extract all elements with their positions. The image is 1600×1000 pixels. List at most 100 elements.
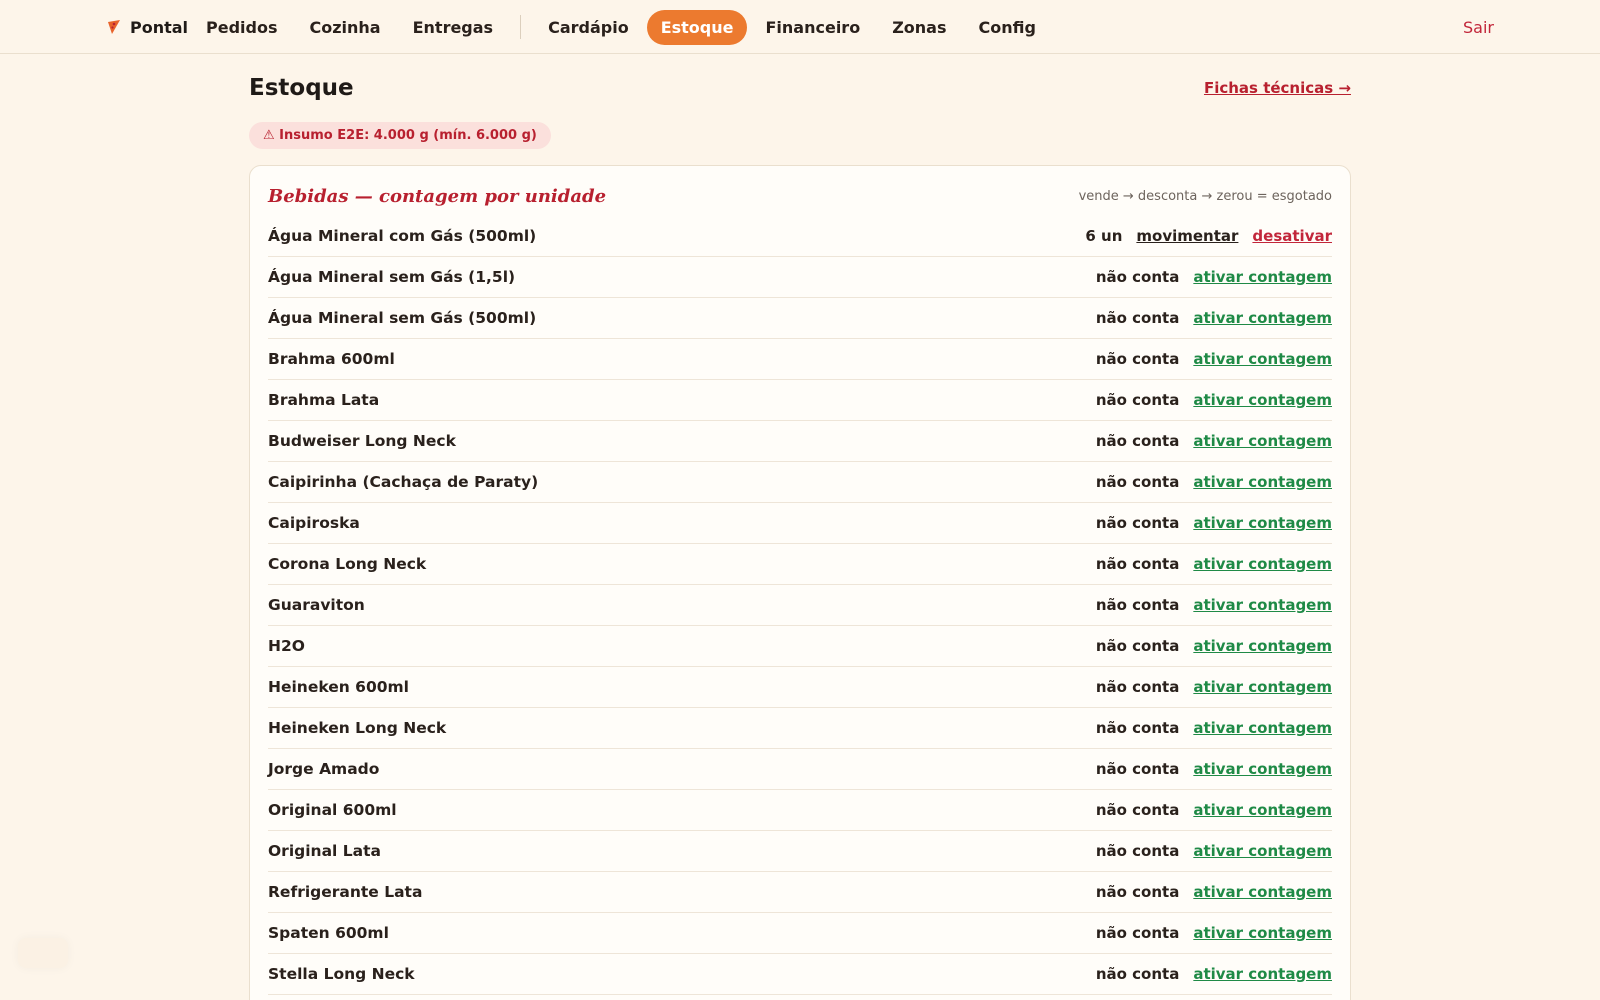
list-item: Guaraviton não conta ativar contagem <box>268 585 1332 626</box>
activate-count-link[interactable]: ativar contagem <box>1193 924 1332 942</box>
list-item: Água Mineral com Gás (500ml) 6 un movime… <box>268 216 1332 257</box>
item-actions: não conta ativar contagem <box>1096 678 1332 696</box>
list-item: Corona Long Neck não conta ativar contagem <box>268 544 1332 585</box>
nav-item-zonas[interactable]: Zonas <box>878 10 960 45</box>
activate-count-link[interactable]: ativar contagem <box>1193 268 1332 286</box>
item-count-status: não conta <box>1095 514 1180 532</box>
activate-count-link[interactable]: ativar contagem <box>1193 883 1332 901</box>
item-count-status: não conta <box>1095 432 1180 450</box>
nav-item-entregas[interactable]: Entregas <box>399 10 507 45</box>
logout-link[interactable]: Sair <box>1463 0 1494 54</box>
item-name: Brahma Lata <box>268 391 380 409</box>
item-actions: não conta ativar contagem <box>1096 842 1332 860</box>
list-item: Refrigerante Lata não conta ativar contage… <box>268 872 1332 913</box>
list-item: Água Mineral sem Gás (500ml) não conta ati… <box>268 298 1332 339</box>
card-header: Bebidas — contagem por unidade vende → d… <box>268 182 1332 210</box>
activate-count-link[interactable]: ativar contagem <box>1193 309 1332 327</box>
item-name: Caipiroska <box>268 514 360 532</box>
item-name: Heineken 600ml <box>268 678 409 696</box>
activate-count-link[interactable]: ativar contagem <box>1193 514 1332 532</box>
low-stock-alert-badge: ⚠ Insumo E2E: 4.000 g (mín. 6.000 g) <box>249 122 551 149</box>
item-actions: não conta ativar contagem <box>1096 473 1332 491</box>
item-name: Caipirinha (Cachaça de Paraty) <box>268 473 539 491</box>
pizza-slice-icon <box>108 20 120 34</box>
item-name: Jorge Amado <box>268 760 380 778</box>
list-item: Jorge Amado não conta ativar contagem <box>268 749 1332 790</box>
item-actions: não conta ativar contagem <box>1096 801 1332 819</box>
item-actions: não conta ativar contagem <box>1096 555 1332 573</box>
activate-count-link[interactable]: ativar contagem <box>1193 473 1332 491</box>
item-count-status: não conta <box>1095 555 1180 573</box>
item-actions: não conta ativar contagem <box>1096 514 1332 532</box>
top-navbar: Pontal Pedidos Cozinha Entregas Cardápio… <box>0 0 1600 54</box>
item-actions: não conta ativar contagem <box>1096 350 1332 368</box>
item-list: Água Mineral sem Gás (1,5l) não conta ativ… <box>268 257 1332 995</box>
nav-item-config[interactable]: Config <box>965 10 1050 45</box>
item-count-status: não conta <box>1095 801 1180 819</box>
item-count-status: não conta <box>1095 391 1180 409</box>
activate-count-link[interactable]: ativar contagem <box>1193 391 1332 409</box>
nav-item-estoque[interactable]: Estoque <box>646 9 748 45</box>
main-nav: Pedidos Cozinha Entregas Cardápio Estoqu… <box>190 0 1052 54</box>
list-item: Spaten 600ml não conta ativar contagem <box>268 913 1332 954</box>
nav-item-pedidos[interactable]: Pedidos <box>192 10 291 45</box>
list-item: Brahma Lata não conta ativar contagem <box>268 380 1332 421</box>
activate-count-link[interactable]: ativar contagem <box>1193 801 1332 819</box>
nav-item-cozinha[interactable]: Cozinha <box>295 10 394 45</box>
fichas-tecnicas-link[interactable]: Fichas técnicas → <box>1204 79 1351 97</box>
list-item: Original Lata não conta ativar contagem <box>268 831 1332 872</box>
item-count-status: não conta <box>1095 883 1180 901</box>
item-count-status: não conta <box>1095 473 1180 491</box>
item-count-status: não conta <box>1095 268 1180 286</box>
item-count-status: não conta <box>1095 965 1180 983</box>
item-actions: não conta ativar contagem <box>1096 965 1332 983</box>
item-count-status: não conta <box>1095 842 1180 860</box>
item-quantity: 6 un <box>1085 227 1123 245</box>
nav-item-cardapio[interactable]: Cardápio <box>534 10 643 45</box>
activate-count-link[interactable]: ativar contagem <box>1193 719 1332 737</box>
item-count-status: não conta <box>1095 760 1180 778</box>
activate-count-link[interactable]: ativar contagem <box>1193 596 1332 614</box>
item-name: Água Mineral com Gás (500ml) <box>268 227 537 245</box>
list-item: H2O não conta ativar contagem <box>268 626 1332 667</box>
activate-count-link[interactable]: ativar contagem <box>1193 350 1332 368</box>
floating-widget[interactable] <box>18 938 68 968</box>
list-item: Caipirinha (Cachaça de Paraty) não conta a… <box>268 462 1332 503</box>
item-actions: não conta ativar contagem <box>1096 924 1332 942</box>
card-hint: vende → desconta → zerou = esgotado <box>1078 188 1332 204</box>
move-stock-link[interactable]: movimentar <box>1136 227 1238 245</box>
item-actions: não conta ativar contagem <box>1096 268 1332 286</box>
list-item: Heineken 600ml não conta ativar contagem <box>268 667 1332 708</box>
activate-count-link[interactable]: ativar contagem <box>1193 432 1332 450</box>
item-name: Corona Long Neck <box>268 555 427 573</box>
deactivate-count-link[interactable]: desativar <box>1252 227 1332 245</box>
activate-count-link[interactable]: ativar contagem <box>1193 637 1332 655</box>
item-actions: 6 un movimentar desativar <box>1085 227 1332 245</box>
item-count-status: não conta <box>1095 678 1180 696</box>
list-item: Heineken Long Neck não conta ativar contag… <box>268 708 1332 749</box>
list-item: Água Mineral sem Gás (1,5l) não conta ativ… <box>268 257 1332 298</box>
activate-count-link[interactable]: ativar contagem <box>1193 555 1332 573</box>
item-actions: não conta ativar contagem <box>1096 596 1332 614</box>
activate-count-link[interactable]: ativar contagem <box>1193 842 1332 860</box>
activate-count-link[interactable]: ativar contagem <box>1193 678 1332 696</box>
item-name: Original 600ml <box>268 801 397 819</box>
list-item: Original 600ml não conta ativar contagem <box>268 790 1332 831</box>
item-count-status: não conta <box>1095 637 1180 655</box>
item-name: Stella Long Neck <box>268 965 415 983</box>
item-name: Água Mineral sem Gás (1,5l) <box>268 268 516 286</box>
item-actions: não conta ativar contagem <box>1096 883 1332 901</box>
list-item: Stella Long Neck não conta ativar contagem <box>268 954 1332 995</box>
item-count-status: não conta <box>1095 924 1180 942</box>
list-item: Budweiser Long Neck não conta ativar conta… <box>268 421 1332 462</box>
activate-count-link[interactable]: ativar contagem <box>1193 965 1332 983</box>
item-name: Guaraviton <box>268 596 365 614</box>
nav-item-financeiro[interactable]: Financeiro <box>751 10 874 45</box>
list-item: Caipiroska não conta ativar contagem <box>268 503 1332 544</box>
brand-name: Pontal <box>130 17 189 37</box>
item-name: Heineken Long Neck <box>268 719 447 737</box>
brand[interactable]: Pontal <box>106 0 188 54</box>
item-name: Budweiser Long Neck <box>268 432 456 450</box>
item-count-status: não conta <box>1095 596 1180 614</box>
activate-count-link[interactable]: ativar contagem <box>1193 760 1332 778</box>
